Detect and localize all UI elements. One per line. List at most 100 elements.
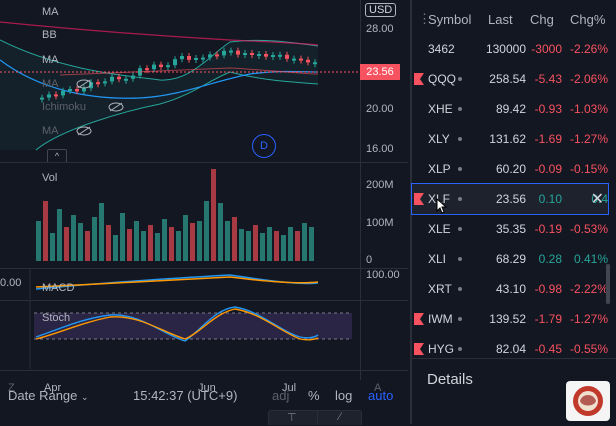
- volume-bar: [127, 229, 132, 261]
- ma-indicator-label[interactable]: MA: [42, 6, 59, 18]
- volume-bars: [36, 169, 314, 261]
- macd-axis-tick: 0.00: [0, 277, 22, 289]
- collapse-indicators-button[interactable]: ^: [47, 149, 67, 163]
- clock-display[interactable]: 15:42:37 (UTC+9): [133, 388, 237, 403]
- change-percent: -1.03%: [569, 102, 608, 116]
- bottom-toolbar: Date Range ⌄ 15:42:37 (UTC+9) adj % log …: [0, 388, 408, 425]
- percent-toggle[interactable]: %: [308, 388, 320, 403]
- volume-pane[interactable]: [0, 163, 360, 267]
- flag-icon[interactable]: [414, 73, 424, 85]
- change-percent: -0.15%: [569, 162, 608, 176]
- candle-body: [292, 58, 296, 61]
- volume-axis-tick: 0: [366, 254, 373, 266]
- flag-icon[interactable]: [414, 343, 424, 355]
- date-range-label: Date Range: [8, 388, 78, 403]
- date-range-button[interactable]: Date Range ⌄: [8, 388, 89, 403]
- flag-icon[interactable]: [414, 193, 424, 205]
- volume-bar: [246, 231, 251, 261]
- column-header-symbol[interactable]: Symbol: [428, 12, 471, 27]
- candle-body: [145, 68, 149, 71]
- volume-bar: [190, 223, 195, 261]
- adj-toggle[interactable]: adj: [272, 388, 289, 403]
- symbol-label: 3462: [428, 42, 455, 56]
- dividend-marker[interactable]: D: [252, 134, 276, 158]
- close-icon[interactable]: ✕: [591, 189, 604, 209]
- currency-badge[interactable]: USD: [365, 3, 397, 17]
- watchlist-row[interactable]: XLP 60.20 -0.09 -0.15%: [412, 154, 608, 184]
- auto-toggle[interactable]: auto: [368, 388, 393, 403]
- price-axis-tick: 16.00: [366, 143, 394, 155]
- volume-bar: [155, 233, 160, 261]
- volume-bar: [239, 229, 244, 261]
- watchlist-row[interactable]: XLE 35.35 -0.19 -0.53%: [412, 214, 608, 244]
- symbol-label: XLP: [428, 162, 451, 176]
- stoch-indicator-label[interactable]: Stoch: [42, 312, 70, 324]
- candle-body: [152, 64, 156, 70]
- volume-bar: [274, 231, 279, 261]
- log-toggle[interactable]: log: [335, 388, 352, 403]
- watchlist-row[interactable]: XLI 68.29 0.28 0.41%: [412, 244, 608, 274]
- toolbar-divider: [317, 411, 318, 425]
- watchlist-row[interactable]: XRT 43.10 -0.98 -2.22%: [412, 274, 608, 304]
- ma-indicator-label[interactable]: MA: [42, 125, 59, 137]
- ichimoku-indicator-label[interactable]: Ichimoku: [42, 101, 86, 113]
- line-tool-icon[interactable]: ⊤: [287, 411, 297, 424]
- volume-bar: [92, 217, 97, 261]
- volume-bar: [253, 225, 258, 261]
- symbol-label: XHE: [428, 102, 453, 116]
- macd-indicator-label[interactable]: MACD: [42, 282, 74, 294]
- column-header-chg[interactable]: Chg: [530, 12, 554, 27]
- column-header-last[interactable]: Last: [488, 12, 513, 27]
- candle-body: [166, 65, 170, 68]
- time-axis-separator: [0, 370, 408, 371]
- watchlist-row[interactable]: XLY 131.62 -1.69 -1.27%: [412, 124, 608, 154]
- price-axis-tick: 28.00: [366, 23, 394, 35]
- mouse-cursor-icon: [436, 198, 448, 214]
- change-percent: -1.27%: [569, 312, 608, 326]
- volume-bar: [232, 217, 237, 261]
- last-price: 60.20: [495, 162, 526, 176]
- change-value: -0.45: [534, 342, 562, 356]
- chart-panel[interactable]: MA BB MA MA Ichimoku MA ^ D USD 28.00 23…: [0, 0, 408, 394]
- details-title[interactable]: Details: [427, 371, 473, 388]
- candle-body: [271, 55, 275, 57]
- volume-axis-tick: 200M: [366, 179, 394, 191]
- last-price: 258.54: [489, 72, 526, 86]
- symbol-label: XLE: [428, 222, 451, 236]
- change-percent: -2.06%: [569, 72, 608, 86]
- brush-tool-icon[interactable]: ∕: [339, 411, 341, 423]
- avatar[interactable]: [566, 381, 610, 421]
- candle-body: [250, 53, 254, 55]
- volume-bar: [176, 231, 181, 261]
- volume-bar: [183, 215, 188, 261]
- candle-body: [222, 50, 226, 56]
- candle-body: [278, 54, 282, 57]
- candle-body: [313, 62, 317, 65]
- bb-indicator-label[interactable]: BB: [42, 29, 57, 41]
- volume-bar: [134, 221, 139, 261]
- candle-body: [236, 50, 240, 55]
- hidden-eye-icon[interactable]: [76, 79, 92, 89]
- status-dot-icon: [458, 167, 462, 171]
- watchlist-row[interactable]: 3462 130000 -3000 -2.26%: [412, 34, 608, 64]
- ma-indicator-label[interactable]: MA: [42, 78, 59, 90]
- change-value: -0.19: [534, 222, 562, 236]
- drawing-toolbar-stub[interactable]: ⊤ ∕: [268, 410, 362, 425]
- hidden-eye-icon[interactable]: [76, 126, 92, 136]
- candle-body: [264, 54, 268, 57]
- candle-body: [299, 58, 303, 61]
- volume-bar: [218, 203, 223, 261]
- candle-body: [257, 54, 261, 56]
- flag-icon[interactable]: [414, 313, 424, 325]
- watchlist-row[interactable]: XHE 89.42 -0.93 -1.03%: [412, 94, 608, 124]
- volume-bar: [288, 227, 293, 261]
- candle-body: [187, 56, 191, 60]
- watchlist-scrollbar[interactable]: [606, 264, 610, 304]
- watchlist-row[interactable]: QQQ 258.54 -5.43 -2.06%: [412, 64, 608, 94]
- volume-bar: [148, 225, 153, 261]
- column-header-chgp[interactable]: Chg%: [570, 12, 605, 27]
- status-dot-icon: [458, 137, 462, 141]
- hidden-eye-icon[interactable]: [108, 102, 124, 112]
- watchlist-row[interactable]: IWM 139.52 -1.79 -1.27%: [412, 304, 608, 334]
- ma-indicator-label[interactable]: MA: [42, 54, 59, 66]
